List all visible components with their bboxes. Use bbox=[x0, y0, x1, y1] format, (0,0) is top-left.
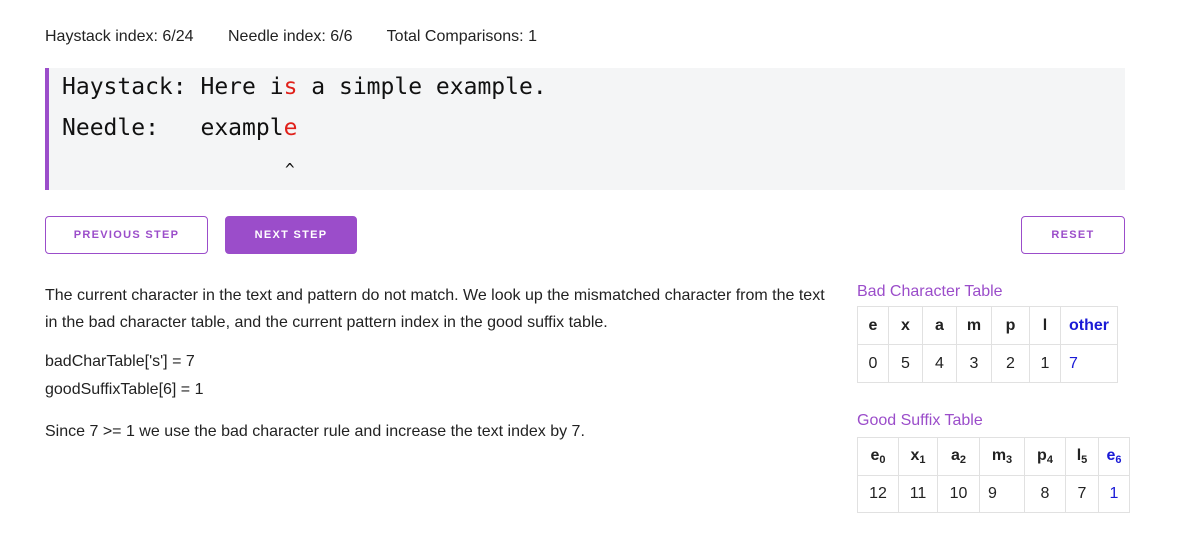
haystack-index: Haystack index: 6/24 bbox=[45, 28, 194, 45]
bad-char-header-cell-other: other bbox=[1060, 306, 1118, 345]
bad-char-value-cell: 5 bbox=[888, 344, 923, 383]
needle-label: Needle: bbox=[62, 115, 201, 141]
good-suffix-value-cell-current: 1 bbox=[1098, 475, 1130, 513]
good-suffix-table-title: Good Suffix Table bbox=[857, 412, 983, 429]
haystack-text-before: Here i bbox=[200, 74, 284, 100]
bad-char-table-title: Bad Character Table bbox=[857, 283, 1003, 300]
haystack-line: Haystack: Here is a simple example. bbox=[62, 74, 547, 100]
bad-char-value-cell: 1 bbox=[1029, 344, 1061, 383]
bad-char-value-cell: 0 bbox=[857, 344, 889, 383]
good-suffix-header-cell: e0 bbox=[857, 437, 899, 476]
reset-button[interactable]: RESET bbox=[1021, 216, 1125, 254]
good-suffix-value-cell: 10 bbox=[937, 475, 980, 513]
good-suffix-header-cell: m3 bbox=[979, 437, 1025, 476]
good-suffix-header-cell: x1 bbox=[898, 437, 938, 476]
bad-char-value-cell-other: 7 bbox=[1060, 344, 1118, 383]
bad-char-header-row: e x a m p l other bbox=[857, 306, 1118, 345]
caret-indicator: ^ bbox=[285, 160, 295, 179]
good-suffix-value-row: 12 11 10 9 8 7 1 bbox=[857, 475, 1130, 513]
good-suffix-table: e0 x1 a2 m3 p4 l5 e6 12 11 10 9 8 7 1 bbox=[857, 437, 1130, 513]
explanation-panel: The current character in the text and pa… bbox=[45, 282, 835, 445]
good-suffix-value-cell: 11 bbox=[898, 475, 938, 513]
good-suffix-header-cell-current: e6 bbox=[1098, 437, 1130, 476]
code-display: Haystack: Here is a simple example. Need… bbox=[45, 68, 1125, 190]
bad-char-lookup: badCharTable['s'] = 7 bbox=[45, 353, 195, 370]
bad-char-header-cell: l bbox=[1029, 306, 1061, 345]
good-suffix-value-cell: 9 bbox=[979, 475, 1025, 513]
good-suffix-value-cell: 7 bbox=[1065, 475, 1099, 513]
bad-char-value-cell: 2 bbox=[991, 344, 1030, 383]
bad-char-table: e x a m p l other 0 5 4 3 2 1 7 bbox=[857, 306, 1118, 383]
bad-char-value-cell: 3 bbox=[956, 344, 992, 383]
needle-line: Needle: example bbox=[62, 115, 297, 141]
good-suffix-value-cell: 8 bbox=[1024, 475, 1066, 513]
previous-step-button[interactable]: PREVIOUS STEP bbox=[45, 216, 208, 254]
haystack-mismatch-char: s bbox=[283, 74, 298, 100]
bad-char-header-cell: a bbox=[922, 306, 957, 345]
needle-mismatch-char: e bbox=[283, 115, 298, 141]
bad-char-header-cell: x bbox=[888, 306, 923, 345]
good-suffix-lookup: goodSuffixTable[6] = 1 bbox=[45, 381, 204, 398]
lookup-values: badCharTable['s'] = 7 goodSuffixTable[6] … bbox=[45, 348, 835, 404]
good-suffix-header-cell: l5 bbox=[1065, 437, 1099, 476]
needle-index: Needle index: 6/6 bbox=[227, 28, 353, 45]
status-bar: Haystack index: 6/24 Needle index: 6/6 T… bbox=[45, 28, 567, 46]
explanation-text: The current character in the text and pa… bbox=[45, 287, 825, 331]
haystack-text-after: a simple example. bbox=[297, 74, 547, 100]
total-comparisons: Total Comparisons: 1 bbox=[386, 28, 537, 45]
good-suffix-header-cell: p4 bbox=[1024, 437, 1066, 476]
good-suffix-header-row: e0 x1 a2 m3 p4 l5 e6 bbox=[857, 437, 1130, 476]
bad-char-header-cell: p bbox=[991, 306, 1030, 345]
bad-char-value-row: 0 5 4 3 2 1 7 bbox=[857, 344, 1118, 383]
bad-char-header-cell: e bbox=[857, 306, 889, 345]
bad-char-value-cell: 4 bbox=[922, 344, 957, 383]
good-suffix-value-cell: 12 bbox=[857, 475, 899, 513]
conclusion-text: Since 7 >= 1 we use the bad character ru… bbox=[45, 423, 585, 440]
haystack-label: Haystack: bbox=[62, 74, 201, 100]
good-suffix-header-cell: a2 bbox=[937, 437, 980, 476]
next-step-button[interactable]: NEXT STEP bbox=[225, 216, 357, 254]
bad-char-header-cell: m bbox=[956, 306, 992, 345]
needle-text-before: exampl bbox=[200, 115, 284, 141]
